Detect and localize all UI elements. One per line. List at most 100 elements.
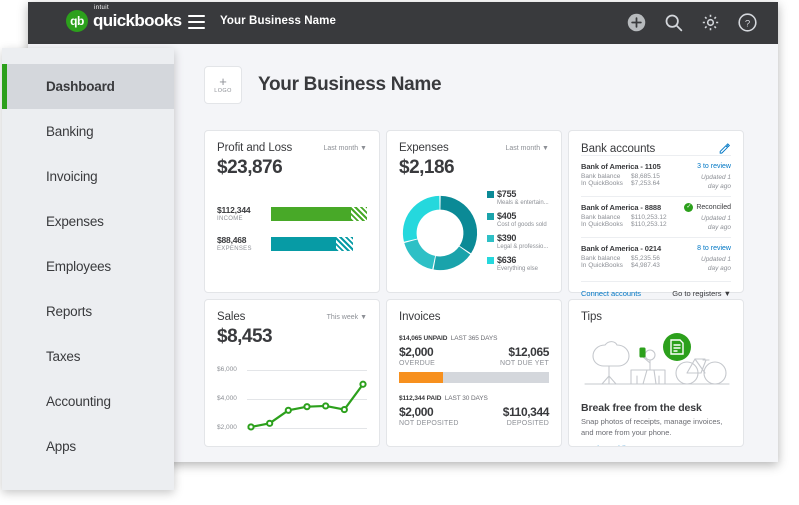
bank-updated-line1: Updated 1 (701, 256, 731, 263)
quickbooks-logo[interactable]: qb intuit quickbooks (66, 5, 182, 32)
income-bar-hatch (350, 206, 367, 221)
bank-balance-value: $110,253.12 (631, 214, 667, 221)
add-logo-button[interactable]: + LOGO (204, 66, 242, 104)
tips-title: Tips (581, 311, 602, 323)
bank-updated-text: Updated 1 day ago (701, 214, 731, 232)
paid-amount-inline: $112,344 (399, 395, 425, 402)
income-amount: $112,344 (217, 205, 251, 215)
sidebar-item-label: Taxes (46, 349, 81, 364)
bank-account-row[interactable]: Bank of America - 1105 3 to review Bank … (581, 155, 731, 196)
overdue-label: OVERDUE (399, 360, 436, 367)
bank-qb-value: $110,253.12 (631, 221, 667, 228)
sales-line-chart: $6,000 $4,000 $2,000 (217, 360, 367, 438)
bank-balance-label: Bank balance (581, 214, 621, 221)
bank-account-row[interactable]: Bank of America - 0214 8 to review Bank … (581, 237, 731, 278)
bank-accounts-title: Bank accounts (581, 142, 656, 155)
invoices-paid-section: $112,344 PAID LAST 30 DAYS $2,000 NOT DE… (399, 395, 549, 427)
help-icon[interactable]: ? (737, 12, 758, 33)
y-axis-tick-4000: $4,000 (217, 394, 237, 402)
svg-text:?: ? (745, 18, 750, 29)
paid-range: LAST 30 DAYS (444, 395, 488, 402)
sidebar-item-taxes[interactable]: Taxes (2, 334, 174, 379)
invoices-unpaid-section: $14,065 UNPAID LAST 365 DAYS $2,000 OVER… (399, 335, 549, 383)
get-mobile-app-link[interactable]: Get the mobile app (581, 444, 731, 446)
menu-toggle-icon[interactable] (188, 15, 205, 29)
bank-account-row[interactable]: Bank of America - 8888 ✓ Reconciled Bank… (581, 196, 731, 237)
legend-item: $636 Everything else (487, 255, 549, 272)
unpaid-word: UNPAID (423, 335, 448, 342)
pencil-icon[interactable] (718, 142, 731, 155)
expenses-card: Expenses Last month ▼ $2,186 $755 Meals … (386, 130, 562, 293)
sales-data-point (284, 406, 292, 414)
legend-item: $390 Legal & professio... (487, 233, 549, 250)
dashboard-cards: Profit and Loss Last month ▼ $23,876 $11… (204, 130, 764, 453)
plus-icon[interactable] (626, 12, 647, 33)
profit-loss-title: Profit and Loss (217, 142, 293, 154)
gear-icon[interactable] (700, 12, 721, 33)
tips-description: Snap photos of receipts, manage invoices… (581, 417, 723, 437)
bank-account-name: Bank of America - 1105 (581, 162, 661, 171)
bank-status-label: Reconciled (696, 204, 731, 211)
sales-series-svg (247, 380, 367, 431)
sales-period-dropdown[interactable]: This week ▼ (327, 311, 367, 321)
sidebar-item-accounting[interactable]: Accounting (2, 379, 174, 424)
go-to-registers-dropdown[interactable]: Go to registers ▼ (672, 289, 731, 298)
sales-title: Sales (217, 311, 246, 323)
card-row-bottom: Sales This week ▼ $8,453 $6,000 $4,000 $… (204, 299, 764, 447)
profit-loss-period-dropdown[interactable]: Last month ▼ (323, 142, 367, 152)
donut-segment (402, 195, 441, 242)
bank-balance-value: $8,685.15 (631, 173, 660, 180)
intuit-label: intuit (94, 5, 110, 11)
sales-data-point (247, 423, 255, 431)
bank-updated-line1: Updated 1 (701, 215, 731, 222)
legend-label: Legal & professio... (497, 244, 549, 250)
sidebar-item-employees[interactable]: Employees (2, 244, 174, 289)
legend-swatch (487, 190, 494, 198)
bank-updated-line2: day ago (707, 265, 731, 272)
sidebar-item-apps[interactable]: Apps (2, 424, 174, 469)
overdue-amount: $2,000 (399, 345, 434, 359)
check-icon: ✓ (684, 203, 694, 212)
bank-qb-value: $4,987.43 (631, 262, 660, 269)
bank-qb-label: In QuickBooks (581, 180, 623, 187)
logo-plus-icon: + (219, 74, 227, 89)
quickbooks-label: quickbooks (93, 11, 182, 30)
legend-amount: $636 (497, 255, 517, 265)
invoices-progress-bar (399, 372, 549, 383)
bank-qb-value: $7,253.64 (631, 180, 660, 187)
bank-qb-label: In QuickBooks (581, 221, 623, 228)
qb-mark-icon: qb (66, 10, 88, 32)
legend-amount: $390 (497, 233, 517, 243)
income-bar-track (271, 206, 367, 221)
legend-swatch (487, 256, 494, 264)
income-bar-fill (271, 206, 351, 221)
sidebar-item-expenses[interactable]: Expenses (2, 199, 174, 244)
company-header: + LOGO Your Business Name (204, 66, 442, 104)
brand-wordmark: intuit quickbooks (93, 5, 182, 31)
bank-qb-label: In QuickBooks (581, 262, 623, 269)
sidebar-item-banking[interactable]: Banking (2, 109, 174, 154)
expenses-total: $2,186 (399, 157, 455, 178)
y-axis-tick-6000: $6,000 (217, 365, 237, 373)
legend-amount: $405 (497, 211, 517, 221)
sidebar-item-invoicing[interactable]: Invoicing (2, 154, 174, 199)
profit-loss-income-row: $112,344 INCOME (217, 205, 367, 222)
bank-status-review[interactable]: 8 to review (697, 245, 731, 252)
desk-freedom-illustration (581, 329, 731, 396)
sidebar-item-dashboard[interactable]: Dashboard (2, 64, 174, 109)
expenses-donut-section: $755 Meals & entertain... $405 Cost of g… (399, 189, 549, 277)
expenses-label: EXPENSES (217, 246, 252, 252)
bank-status-review[interactable]: 3 to review (697, 163, 731, 170)
y-axis-tick-2000: $2,000 (217, 423, 237, 431)
legend-swatch (487, 212, 494, 220)
profit-loss-bars: $112,344 INCOME $88,468 EXPENSES (217, 205, 367, 252)
search-icon[interactable] (663, 12, 684, 33)
connect-accounts-link[interactable]: Connect accounts (581, 289, 641, 298)
bank-accounts-card: Bank accounts Bank of America - 1105 3 t… (568, 130, 744, 298)
bank-updated-line2: day ago (707, 183, 731, 190)
sidebar-item-label: Reports (46, 304, 92, 319)
expenses-period-dropdown[interactable]: Last month ▼ (505, 142, 549, 152)
sidebar-item-reports[interactable]: Reports (2, 289, 174, 334)
expenses-bar-fill (271, 236, 337, 251)
expenses-bar-hatch (336, 236, 353, 251)
